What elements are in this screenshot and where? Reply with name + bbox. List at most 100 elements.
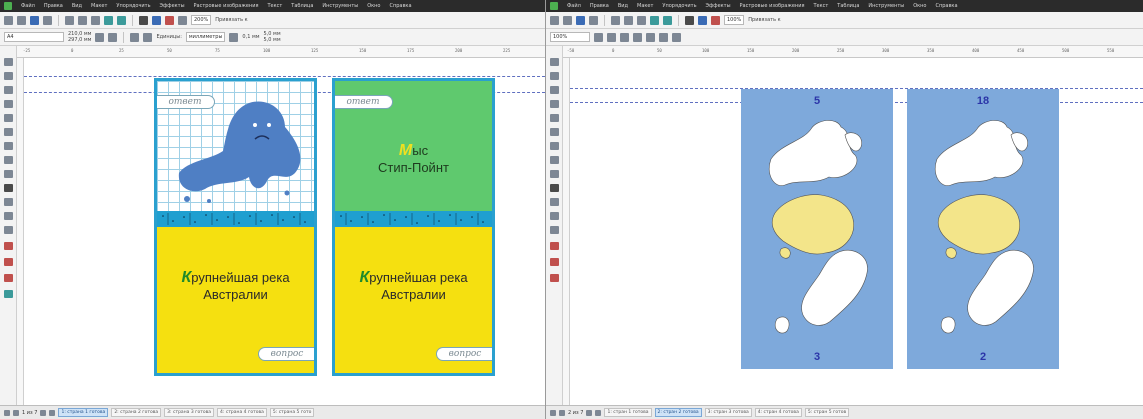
menu-file[interactable]: Файл: [21, 3, 35, 9]
duplicate-y[interactable]: 5,0 мм: [264, 37, 281, 43]
shape-tool-icon[interactable]: [550, 72, 559, 80]
print-icon[interactable]: [589, 15, 598, 25]
table-tool-icon[interactable]: [550, 198, 559, 206]
zoom-width-icon[interactable]: [659, 32, 668, 42]
flashcard[interactable]: ответ Мыс Стип-Пойнт Крупнейшая река Авс…: [332, 78, 495, 376]
vertical-ruler[interactable]: [563, 58, 570, 405]
prev-page-icon[interactable]: [559, 409, 565, 416]
map-card[interactable]: 18 2: [907, 89, 1059, 369]
page-tab[interactable]: 1: страна 1 готова: [58, 408, 109, 417]
undo-icon[interactable]: [650, 15, 659, 25]
menu-view[interactable]: Вид: [72, 3, 82, 9]
ellipse-tool-icon[interactable]: [4, 156, 13, 164]
crop-tool-icon[interactable]: [550, 86, 559, 94]
copy-icon[interactable]: [78, 15, 87, 25]
zoom-field[interactable]: 200%: [191, 15, 212, 25]
paste-icon[interactable]: [637, 15, 646, 25]
redo-icon[interactable]: [117, 15, 126, 25]
page-tab[interactable]: 4: стран 4 готова: [754, 408, 802, 417]
menu-layout[interactable]: Макет: [637, 3, 653, 9]
cut-icon[interactable]: [65, 15, 74, 25]
menu-effects[interactable]: Эффекты: [706, 3, 731, 9]
polygon-tool-icon[interactable]: [550, 170, 559, 178]
open-icon[interactable]: [17, 15, 26, 25]
import-icon[interactable]: [139, 15, 148, 25]
menu-file[interactable]: Файл: [567, 3, 581, 9]
export-icon[interactable]: [152, 15, 161, 25]
menu-window[interactable]: Окно: [367, 3, 380, 9]
save-icon[interactable]: [576, 15, 585, 25]
new-icon[interactable]: [4, 15, 13, 25]
snap-to-dropdown[interactable]: Привязать к: [748, 17, 780, 23]
current-page-icon[interactable]: [143, 32, 153, 42]
rectangle-tool-icon[interactable]: [550, 142, 559, 150]
redo-icon[interactable]: [663, 15, 672, 25]
page-tab[interactable]: 2: страна 2 готова: [111, 408, 162, 417]
menu-tools[interactable]: Инструменты: [868, 3, 904, 9]
connector-tool-icon[interactable]: [550, 226, 559, 234]
text-tool-icon[interactable]: [4, 184, 13, 192]
menu-tools[interactable]: Инструменты: [322, 3, 358, 9]
publish-pdf-icon[interactable]: [711, 15, 720, 25]
page-tab[interactable]: 4: страна 4 готова: [217, 408, 267, 417]
undo-icon[interactable]: [104, 15, 113, 25]
all-pages-icon[interactable]: [130, 32, 140, 42]
dimension-tool-icon[interactable]: [4, 212, 13, 220]
menu-view[interactable]: Вид: [618, 3, 628, 9]
smart-fill-icon[interactable]: [550, 128, 559, 136]
page-tab[interactable]: 3: стран 3 готова: [704, 408, 752, 417]
save-icon[interactable]: [30, 15, 39, 25]
zoom-level-field[interactable]: 100%: [550, 32, 590, 42]
snap-to-dropdown[interactable]: Привязать к: [215, 17, 247, 23]
menu-bitmaps[interactable]: Растровые изображения: [194, 3, 259, 9]
page-tab[interactable]: 2: стран 2 готова: [654, 408, 702, 417]
freehand-tool-icon[interactable]: [550, 114, 559, 122]
zoom-height-icon[interactable]: [672, 32, 681, 42]
print-icon[interactable]: [43, 15, 52, 25]
pick-tool-icon[interactable]: [550, 58, 559, 66]
menu-arrange[interactable]: Упорядочить: [116, 3, 150, 9]
vertical-ruler[interactable]: [17, 58, 24, 405]
app-launcher-icon[interactable]: [178, 15, 187, 25]
open-icon[interactable]: [563, 15, 572, 25]
menu-window[interactable]: Окно: [913, 3, 926, 9]
polygon-tool-icon[interactable]: [4, 170, 13, 178]
ellipse-tool-icon[interactable]: [550, 156, 559, 164]
menu-help[interactable]: Справка: [389, 3, 411, 9]
prev-page-icon[interactable]: [13, 409, 19, 416]
new-icon[interactable]: [550, 15, 559, 25]
table-tool-icon[interactable]: [4, 198, 13, 206]
horizontal-ruler[interactable]: -50 0 50 100 150 200 250 300 350 400 450 500 550: [563, 46, 1143, 58]
nudge-distance[interactable]: 0,1 мм: [242, 34, 259, 40]
flashcard[interactable]: ответ Крупнейшая река Австралии вопрос: [154, 78, 317, 376]
first-page-icon[interactable]: [4, 409, 10, 416]
smart-fill-icon[interactable]: [4, 128, 13, 136]
page-tab[interactable]: 3: страна 3 готова: [164, 408, 215, 417]
landscape-icon[interactable]: [108, 32, 118, 42]
freehand-tool-icon[interactable]: [4, 114, 13, 122]
crop-tool-icon[interactable]: [4, 86, 13, 94]
fill-tool-icon[interactable]: [4, 274, 13, 282]
import-icon[interactable]: [685, 15, 694, 25]
first-page-icon[interactable]: [550, 409, 556, 416]
menu-layout[interactable]: Макет: [91, 3, 107, 9]
zoom-tool-icon[interactable]: [550, 100, 559, 108]
zoom-page-icon[interactable]: [646, 32, 655, 42]
next-page-icon[interactable]: [40, 409, 47, 416]
pick-tool-icon[interactable]: [4, 58, 13, 66]
connector-tool-icon[interactable]: [4, 226, 13, 234]
page-height[interactable]: 297,0 мм: [68, 37, 91, 43]
menu-edit[interactable]: Правка: [590, 3, 609, 9]
menu-text[interactable]: Текст: [813, 3, 828, 9]
zoom-all-icon[interactable]: [633, 32, 642, 42]
zoom-tool-icon[interactable]: [4, 100, 13, 108]
dimension-tool-icon[interactable]: [550, 212, 559, 220]
menu-effects[interactable]: Эффекты: [160, 3, 185, 9]
map-card[interactable]: 5 3: [741, 89, 893, 369]
paste-icon[interactable]: [91, 15, 100, 25]
page-tab[interactable]: 1: стран 1 готова: [604, 408, 652, 417]
drawing-canvas[interactable]: 5 3 18 2: [570, 58, 1143, 405]
eyedropper-icon[interactable]: [550, 242, 559, 250]
last-page-icon[interactable]: [49, 409, 56, 416]
zoom-selected-icon[interactable]: [620, 32, 629, 42]
